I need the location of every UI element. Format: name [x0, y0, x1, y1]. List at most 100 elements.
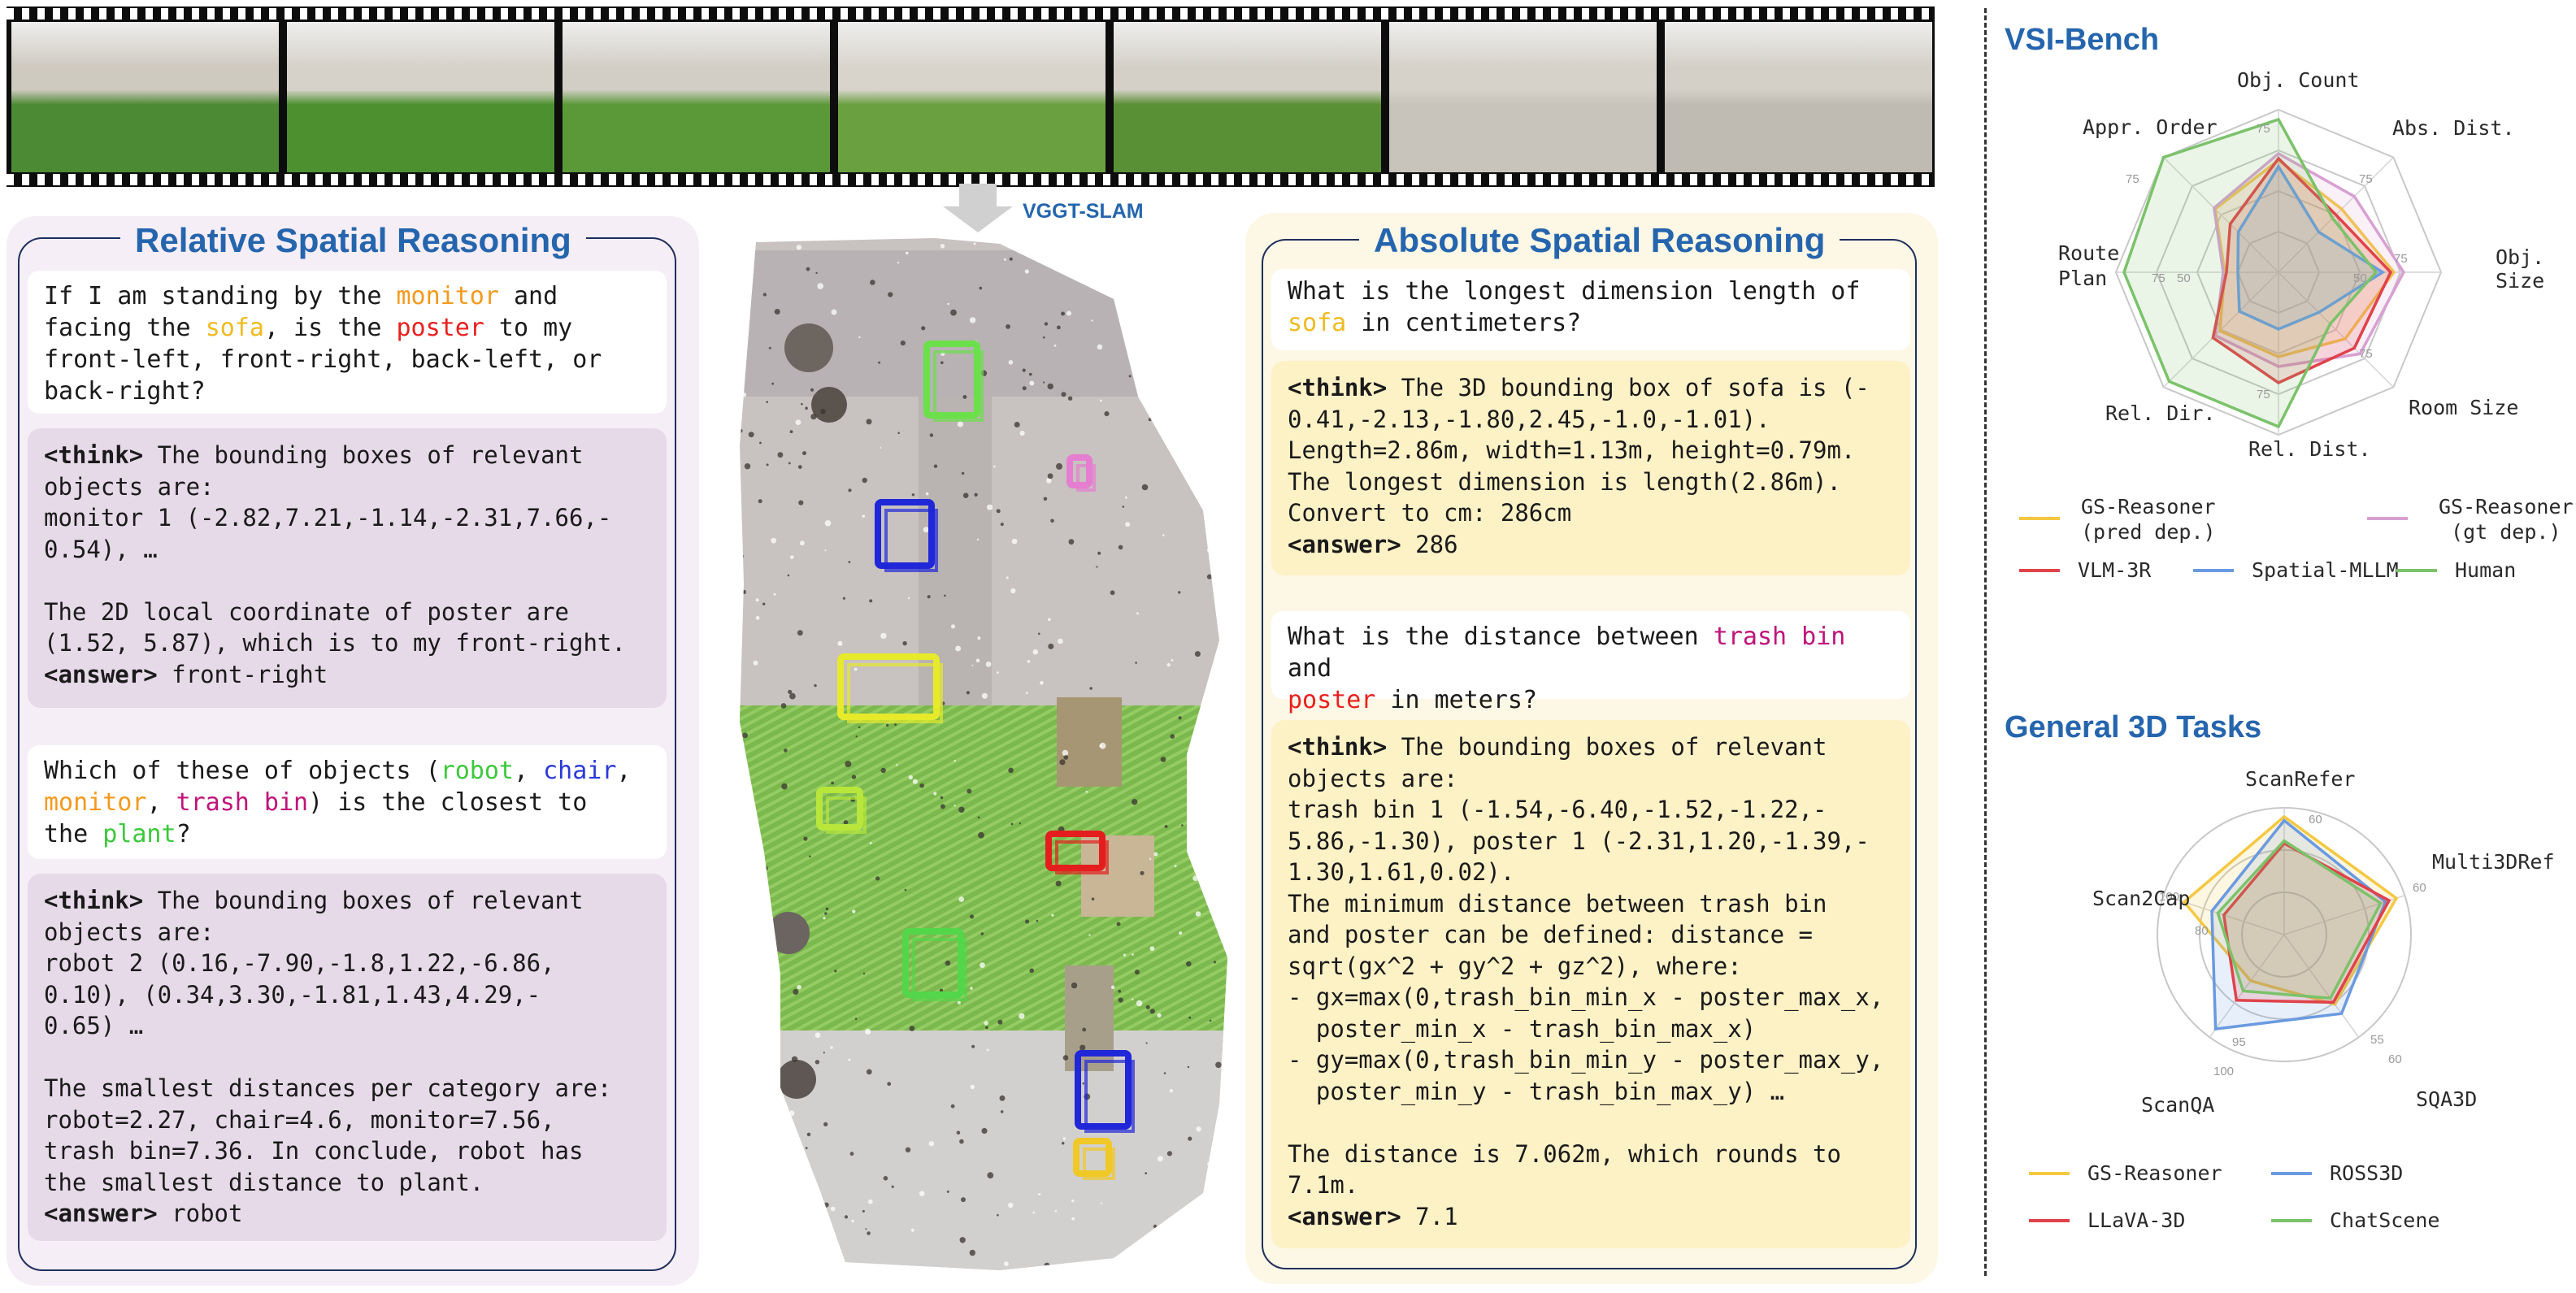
r2-tick: 100 [2213, 1065, 2234, 1078]
relative-answer-1: <think> The bounding boxes of relevant o… [28, 428, 667, 708]
radar2-title: General 3D Tasks [2005, 710, 2262, 744]
general-3d-tasks-radar: 60 60 60 100 100 80 95 55 [2157, 807, 2426, 1078]
absolute-question-2: What is the distance between trash bin a… [1271, 611, 1910, 714]
r1-axis-label: Rel. Dir. [2105, 401, 2216, 425]
r1-tick: 75 [2257, 388, 2270, 401]
text-span: , is the [263, 314, 397, 342]
legend-gs-gt: GS-Reasoner (gt dep.) [2439, 495, 2574, 544]
legend-human: Human [2455, 558, 2517, 582]
r2-axis-label: ScanQA [2141, 1093, 2215, 1117]
r1-tick: 75 [2359, 347, 2373, 361]
object-mention: trash bin [176, 788, 309, 817]
reasoning-tag: <think> [44, 441, 144, 469]
legend-llava-3d: LLaVA-3D [2087, 1208, 2186, 1232]
object-mention: robot [440, 757, 514, 785]
r1-axis-label: Abs. Dist. [2392, 116, 2515, 140]
relative-answer-2: <think> The bounding boxes of relevant o… [28, 874, 667, 1241]
legend-swatch [2396, 569, 2437, 572]
text-span: front-right [157, 660, 328, 688]
text-span: If I am standing by the [44, 282, 397, 310]
legend-ross3d: ROSS3D [2330, 1161, 2404, 1185]
r2-axis-label: SQA3D [2416, 1087, 2478, 1111]
reasoning-tag: <think> [1288, 733, 1388, 761]
r2-tick: 60 [2413, 881, 2426, 895]
film-sprocket-holes-top [7, 8, 1935, 20]
video-frame [1114, 22, 1381, 172]
object-mention: trash bin [1713, 623, 1846, 651]
object-mention: poster [1288, 686, 1376, 714]
object-mention: chair [543, 757, 617, 785]
legend-vlm3r: VLM-3R [2078, 558, 2152, 582]
text-span: The bounding boxes of relevant objects a… [1288, 733, 1884, 1199]
reasoning-tag: <think> [1288, 374, 1388, 401]
relative-question-1: If I am standing by the monitor and faci… [28, 271, 667, 414]
text-span: , [513, 757, 544, 785]
r1-tick: 75 [2257, 122, 2270, 136]
down-arrow-icon [943, 184, 1013, 232]
object-mention: plant [102, 820, 176, 848]
r2-axis-label: Scan2Cap [2092, 887, 2191, 910]
r1-axis-label: Obj. Size [2496, 245, 2545, 293]
legend-swatch [2019, 517, 2060, 520]
legend-swatch [2029, 1219, 2070, 1222]
reasoning-tag: <think> [44, 887, 144, 914]
r1-tick: 75 [2152, 271, 2165, 285]
r1-axis-label: Route Plan [2058, 241, 2120, 290]
legend-swatch [2019, 569, 2060, 572]
object-mention: sofa [1288, 309, 1347, 337]
r2-tick: 60 [2388, 1052, 2402, 1066]
reasoning-tag: <answer> [44, 1200, 158, 1227]
legend-swatch [2271, 1172, 2312, 1175]
r1-tick: 50 [2177, 271, 2191, 285]
r1-axis-label: Obj. Count [2237, 68, 2360, 92]
relative-panel-title: Relative Spatial Reasoning [120, 221, 586, 260]
legend-swatch [2193, 569, 2234, 572]
object-mention: monitor [44, 788, 147, 817]
absolute-question-1: What is the longest dimension length of … [1271, 269, 1910, 350]
legend-swatch [2029, 1172, 2070, 1175]
object-mention: sofa [205, 314, 264, 342]
legend-swatch [2271, 1219, 2312, 1222]
r2-axis-label: Multi3DRef [2432, 850, 2555, 874]
point-cloud-reconstruction [740, 238, 1227, 1270]
text-span: ? [176, 820, 191, 848]
relative-question-2: Which of these of objects (robot, chair,… [28, 745, 667, 859]
legend-gs-pred: GS-Reasoner (pred dep.) [2081, 495, 2216, 544]
text-span: The bounding boxes of relevant objects a… [44, 887, 612, 1196]
video-frame [1389, 22, 1657, 172]
text-span: , [616, 757, 632, 785]
video-frame [11, 22, 279, 172]
r2-axis-label: ScanRefer [2245, 767, 2356, 791]
text-span: What is the longest dimension length of [1288, 277, 1861, 306]
r2-tick: 55 [2370, 1033, 2384, 1047]
text-span: 286 [1401, 530, 1458, 558]
legend-spatial-mllm: Spatial-MLLM [2252, 558, 2399, 582]
text-span: robot [157, 1200, 243, 1227]
r1-tick: 75 [2126, 172, 2139, 186]
r1-axis-label: Room Size [2409, 396, 2519, 419]
r2-tick: 80 [2195, 924, 2209, 938]
video-frame [563, 22, 830, 172]
absolute-answer-2: <think> The bounding boxes of relevant o… [1271, 720, 1910, 1248]
reasoning-tag: <answer> [1288, 530, 1401, 558]
absolute-answer-1: <think> The 3D bounding box of sofa is (… [1271, 361, 1910, 575]
object-mention: poster [396, 314, 484, 342]
text-span: What is the distance between [1288, 623, 1714, 651]
text-span: , [146, 788, 176, 817]
vggt-slam-label: VGGT-SLAM [1023, 200, 1144, 223]
text-span: in meters? [1375, 686, 1538, 714]
absolute-panel-title: Absolute Spatial Reasoning [1359, 221, 1840, 260]
legend-swatch [2367, 517, 2408, 520]
reasoning-tag: <answer> [44, 660, 158, 688]
r1-tick: 75 [2359, 172, 2373, 186]
r1-axis-label: Appr. Order [2083, 115, 2218, 139]
r1-tick: 75 [2394, 252, 2408, 266]
video-frame [287, 22, 554, 172]
r1-tick: 50 [2353, 271, 2367, 285]
object-mention: monitor [396, 282, 499, 310]
r2-tick: 95 [2232, 1035, 2246, 1049]
r1-axis-label: Rel. Dist. [2248, 437, 2371, 461]
video-frame [1665, 22, 1932, 172]
text-span: Which of these of objects ( [44, 757, 441, 785]
r2-tick: 60 [2309, 813, 2322, 827]
